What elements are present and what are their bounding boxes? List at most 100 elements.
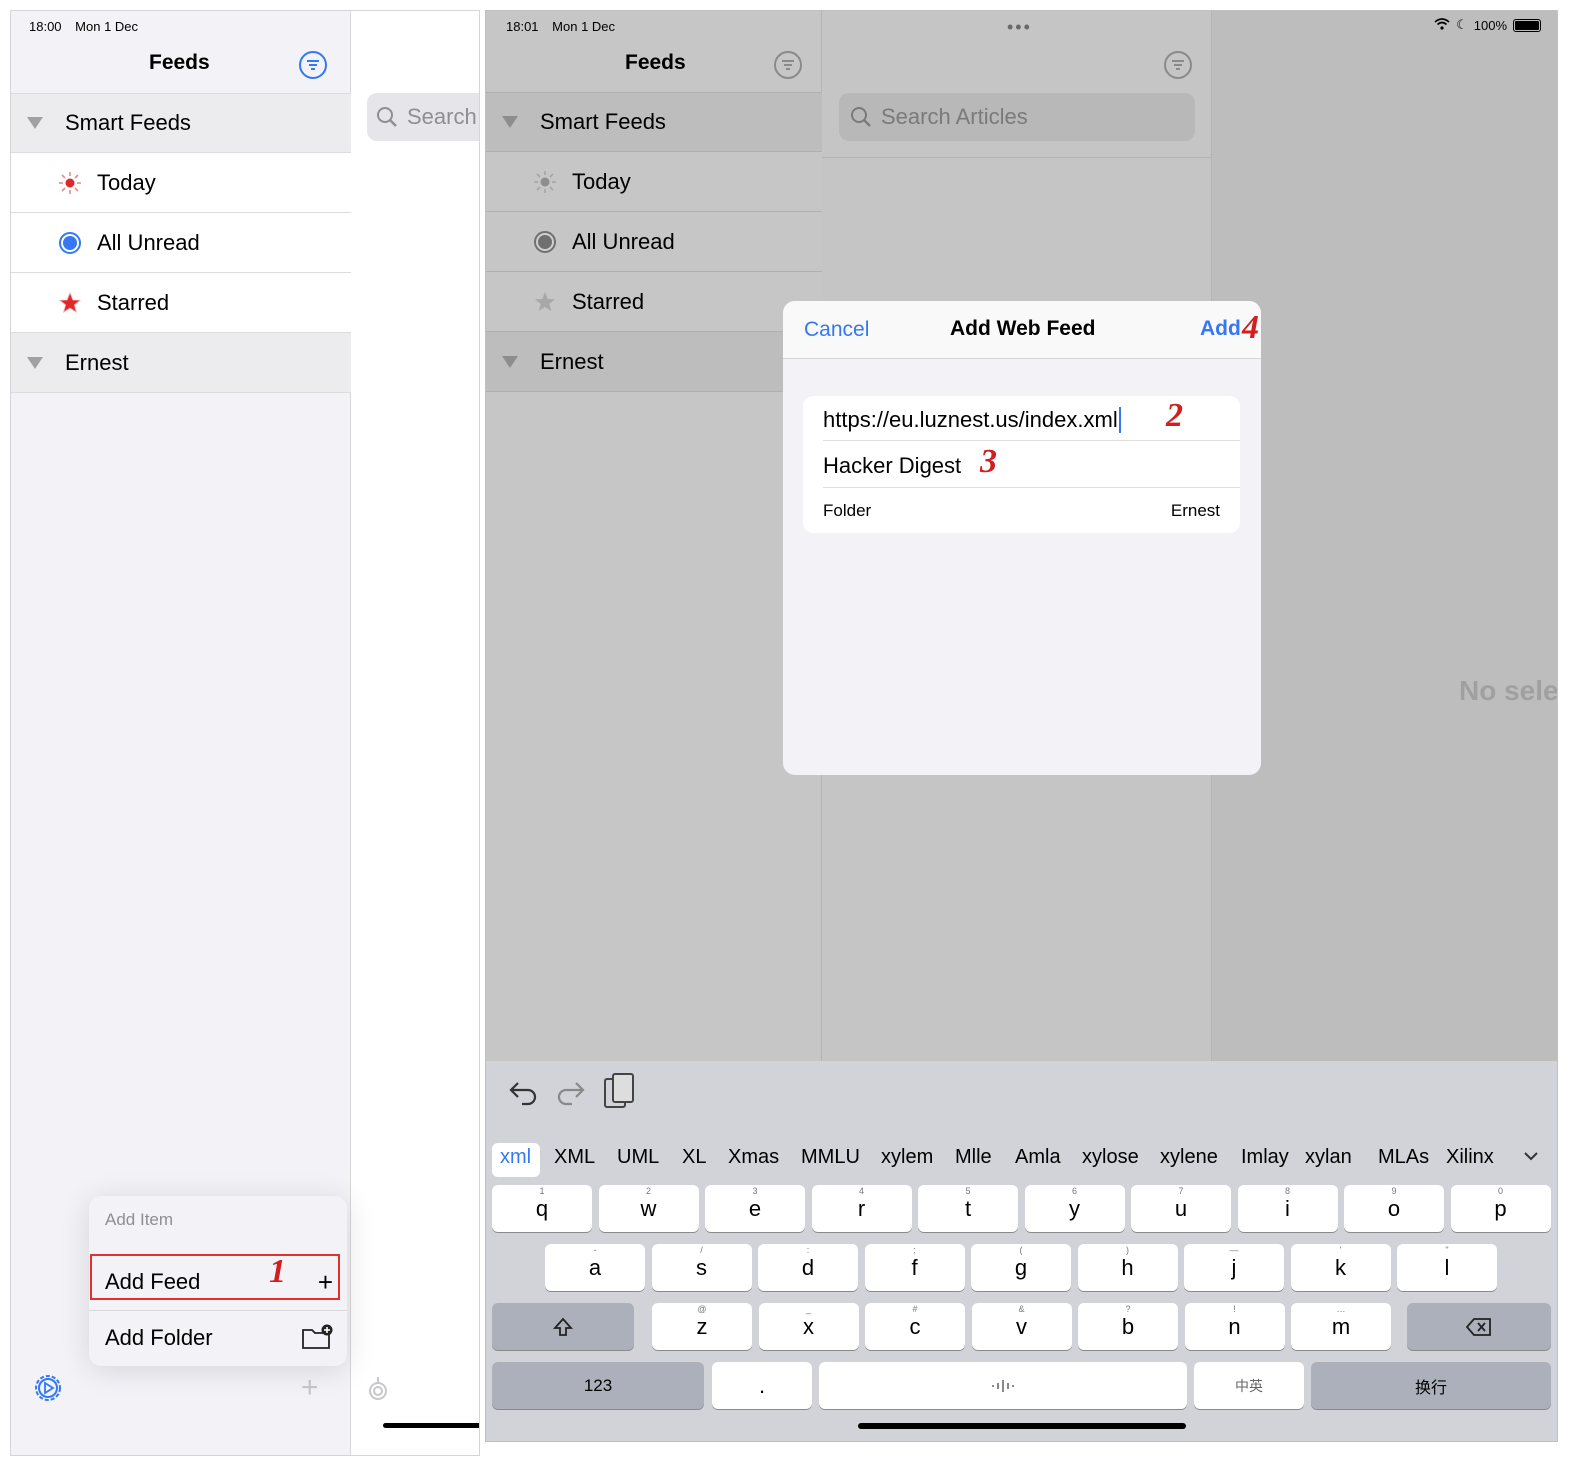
key-r[interactable]: 4r bbox=[811, 1185, 912, 1232]
key-label: m bbox=[1331, 1313, 1351, 1339]
return-key[interactable]: 换行 bbox=[1311, 1362, 1551, 1409]
numbers-key[interactable]: 123 bbox=[492, 1362, 704, 1409]
suggestion-item[interactable]: xylene bbox=[1160, 1146, 1218, 1169]
paste-icon[interactable] bbox=[602, 1071, 636, 1116]
feed-item-today[interactable]: Today bbox=[11, 153, 351, 213]
key-k[interactable]: ' k bbox=[1290, 1244, 1391, 1291]
language-key[interactable]: 中英 bbox=[1194, 1362, 1304, 1409]
key-alt-label: — bbox=[1229, 1245, 1239, 1255]
key-x[interactable]: _ x bbox=[758, 1303, 859, 1350]
delete-key[interactable] bbox=[1407, 1303, 1551, 1350]
dot-key[interactable]: . bbox=[712, 1362, 812, 1409]
key-c[interactable]: # c bbox=[865, 1303, 965, 1350]
filter-icon[interactable] bbox=[1164, 51, 1192, 79]
mark-read-icon[interactable] bbox=[367, 1373, 389, 1403]
multitasking-dots-icon[interactable]: ••• bbox=[1007, 17, 1032, 38]
sidebar: 18:01 Mon 1 Dec Feeds Smart Feeds Today … bbox=[486, 11, 822, 1061]
key-label: l bbox=[1444, 1254, 1450, 1280]
add-button[interactable]: Add bbox=[1200, 317, 1241, 341]
section-ernest[interactable]: Ernest bbox=[11, 333, 351, 393]
chevron-down-icon[interactable] bbox=[1522, 1147, 1540, 1170]
suggestion-item[interactable]: XML bbox=[554, 1146, 595, 1169]
cancel-button[interactable]: Cancel bbox=[804, 318, 869, 342]
key-d[interactable]: :d bbox=[758, 1244, 858, 1291]
star-icon bbox=[57, 290, 83, 316]
space-key[interactable] bbox=[819, 1362, 1187, 1409]
key-u[interactable]: 7u bbox=[1131, 1185, 1231, 1232]
section-smart-feeds[interactable]: Smart Feeds bbox=[11, 93, 351, 153]
detail-pane: ☾ 100% No sele bbox=[1212, 11, 1557, 1061]
suggestion-item[interactable]: MMLU bbox=[801, 1146, 860, 1169]
moon-icon: ☾ bbox=[1456, 17, 1468, 32]
key-label: i bbox=[1285, 1195, 1290, 1221]
key-y[interactable]: 6y bbox=[1024, 1185, 1125, 1232]
suggestion-item[interactable]: Xilinx bbox=[1446, 1146, 1494, 1169]
redo-icon[interactable] bbox=[554, 1075, 588, 1114]
key-q[interactable]: 1q bbox=[492, 1185, 592, 1232]
key-f[interactable]: ; f bbox=[864, 1244, 965, 1291]
key-v[interactable]: & v bbox=[971, 1303, 1072, 1350]
add-plus-icon[interactable]: + bbox=[301, 1373, 319, 1403]
key-h[interactable]: ) h bbox=[1077, 1244, 1178, 1291]
name-field[interactable]: Hacker Digest bbox=[823, 448, 1240, 484]
key-w[interactable]: 2w bbox=[598, 1185, 699, 1232]
key-j[interactable]: — j bbox=[1184, 1244, 1284, 1291]
filter-icon[interactable] bbox=[299, 51, 327, 79]
wifi-icon bbox=[1434, 17, 1450, 33]
feed-item-today[interactable]: Today bbox=[486, 152, 822, 212]
key-s[interactable]: / s bbox=[651, 1244, 752, 1291]
key-n[interactable]: ! n bbox=[1184, 1303, 1285, 1350]
section-smart-feeds[interactable]: Smart Feeds bbox=[486, 92, 822, 152]
key-o[interactable]: 9o bbox=[1344, 1185, 1444, 1232]
suggestion-item[interactable]: Mlle bbox=[955, 1146, 992, 1169]
key-alt-label: ; bbox=[913, 1245, 916, 1255]
feed-item-starred[interactable]: Starred bbox=[486, 272, 822, 332]
suggestion-item[interactable]: Xmas bbox=[728, 1146, 779, 1169]
key-alt-label: # bbox=[912, 1304, 918, 1314]
key-i[interactable]: 8i bbox=[1237, 1185, 1338, 1232]
key-label: h bbox=[1121, 1254, 1134, 1280]
search-icon bbox=[377, 107, 397, 127]
key-e[interactable]: 3e bbox=[705, 1185, 805, 1232]
key-a[interactable]: -a bbox=[545, 1244, 645, 1291]
key-z[interactable]: @ z bbox=[652, 1303, 752, 1350]
search-field[interactable]: Search bbox=[367, 93, 479, 141]
battery-icon bbox=[1513, 18, 1541, 32]
suggestion-item[interactable]: Amla bbox=[1015, 1146, 1061, 1169]
settings-gear-icon[interactable] bbox=[33, 1373, 63, 1403]
step-marker-1: 1 bbox=[269, 1253, 286, 1290]
home-indicator bbox=[383, 1423, 479, 1428]
suggestion-item[interactable]: xylose bbox=[1082, 1146, 1139, 1169]
feed-label: All Unread bbox=[97, 229, 200, 255]
shift-key[interactable] bbox=[492, 1303, 634, 1350]
add-folder-option[interactable]: Add Folder bbox=[89, 1312, 347, 1364]
key-g[interactable]: (g bbox=[971, 1244, 1071, 1291]
dictation-waveform-icon bbox=[992, 1379, 1014, 1392]
suggestion-item[interactable]: UML bbox=[617, 1146, 659, 1169]
key-label: a bbox=[588, 1254, 602, 1280]
filter-icon[interactable] bbox=[774, 51, 802, 79]
highlight-box bbox=[90, 1254, 340, 1300]
key-b[interactable]: ? b bbox=[1078, 1303, 1178, 1350]
section-ernest[interactable]: Ernest bbox=[486, 332, 822, 392]
key-p[interactable]: 0p bbox=[1450, 1185, 1551, 1232]
suggestion-item[interactable]: xml bbox=[500, 1146, 531, 1169]
suggestion-item[interactable]: xylan bbox=[1305, 1146, 1352, 1169]
feed-item-starred[interactable]: Starred bbox=[11, 273, 351, 333]
disclosure-triangle-icon bbox=[27, 117, 43, 129]
feed-item-all-unread[interactable]: All Unread bbox=[11, 213, 351, 273]
suggestion-item[interactable]: Imlay bbox=[1241, 1146, 1289, 1169]
battery-percentage: 100% bbox=[1473, 17, 1507, 33]
key-t[interactable]: 5t bbox=[918, 1185, 1018, 1232]
key-label: y bbox=[1069, 1195, 1080, 1221]
undo-icon[interactable] bbox=[506, 1075, 540, 1114]
key-l[interactable]: " l bbox=[1397, 1244, 1497, 1291]
suggestion-item[interactable]: MLAs bbox=[1378, 1146, 1429, 1169]
feed-item-all-unread[interactable]: All Unread bbox=[486, 212, 822, 272]
suggestion-item[interactable]: xylem bbox=[881, 1146, 933, 1169]
key-m[interactable]: … m bbox=[1291, 1303, 1391, 1350]
suggestion-item[interactable]: XL bbox=[682, 1146, 706, 1169]
folder-row[interactable]: Folder Ernest bbox=[823, 494, 1240, 528]
star-icon bbox=[532, 289, 558, 315]
search-field[interactable]: Search Articles bbox=[839, 93, 1195, 141]
